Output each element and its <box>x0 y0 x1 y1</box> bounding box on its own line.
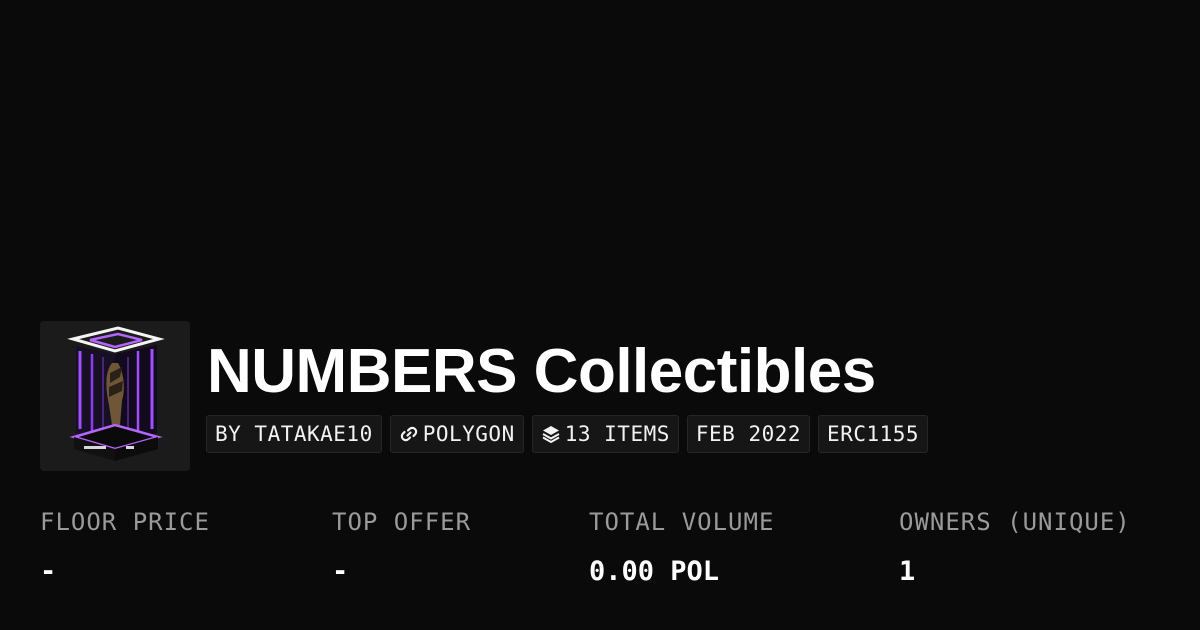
owners-value: 1 <box>899 556 916 587</box>
top-offer-value: - <box>332 556 349 587</box>
stat-top-offer: TOP OFFER - <box>332 505 471 589</box>
date-label: FEB 2022 <box>695 422 802 446</box>
owners-label: OWNERS (UNIQUE) <box>899 508 1131 536</box>
top-offer-label: TOP OFFER <box>332 508 472 536</box>
layers-icon <box>541 424 561 444</box>
stat-total-volume: TOTAL VOLUME 0.00 POL <box>589 505 774 589</box>
floor-price-value: - <box>40 556 57 587</box>
link-icon <box>399 424 419 444</box>
total-volume-value: 0.00 POL <box>589 556 720 587</box>
date-tag: FEB 2022 <box>686 415 811 453</box>
collection-image <box>40 321 190 471</box>
total-volume-label: TOTAL VOLUME <box>589 508 775 536</box>
creator-label: BY TATAKAE10 <box>215 422 373 446</box>
collection-title: NUMBERS Collectibles <box>207 337 876 406</box>
standard-label: ERC1155 <box>827 422 920 446</box>
items-tag[interactable]: 13 ITEMS <box>531 415 679 453</box>
chain-tag[interactable]: POLYGON <box>389 415 524 453</box>
standard-tag: ERC1155 <box>818 415 929 453</box>
stat-owners: OWNERS (UNIQUE) 1 <box>899 505 1131 589</box>
chain-label: POLYGON <box>422 422 515 446</box>
stat-floor-price: FLOOR PRICE - <box>40 505 210 589</box>
floor-price-label: FLOOR PRICE <box>40 508 210 536</box>
collection-tags: BY TATAKAE10 POLYGON 13 ITEMS FEB 2022 E… <box>206 415 929 453</box>
items-label: 13 ITEMS <box>564 422 670 446</box>
creator-tag[interactable]: BY TATAKAE10 <box>206 415 382 453</box>
